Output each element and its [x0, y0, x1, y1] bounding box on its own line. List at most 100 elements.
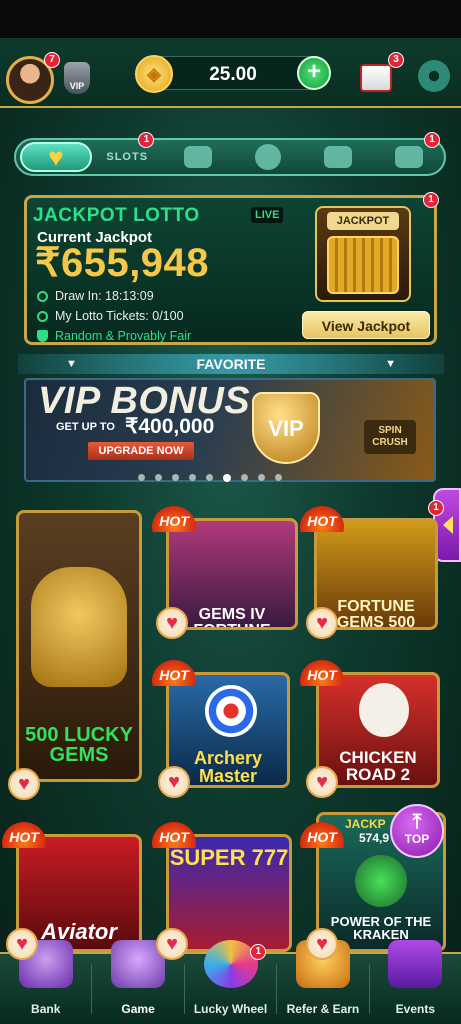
favorite-heart-button[interactable]: ♥ — [306, 766, 338, 798]
settings-gear-icon[interactable] — [418, 60, 450, 92]
favorite-heart-button[interactable]: ♥ — [8, 768, 40, 800]
pagination-dot[interactable] — [275, 474, 282, 481]
side-tab-badge: 1 — [428, 500, 444, 516]
heart-icon: ♥ — [48, 142, 64, 172]
nav-bank[interactable]: Bank — [0, 940, 91, 1024]
kraken-jackpot-value: 574,9 — [359, 831, 390, 845]
pagination-dot[interactable] — [189, 474, 196, 481]
nav-events[interactable]: Events — [370, 940, 461, 1024]
gift-icon — [388, 940, 443, 988]
mail-icon[interactable] — [360, 64, 392, 92]
favorite-section-header[interactable]: ▼ FAVORITE ▼ — [18, 354, 444, 374]
nav-lucky-wheel[interactable]: 1 Lucky Wheel — [185, 940, 276, 1024]
jackpot-title: JACKPOT LOTTO — [33, 205, 200, 226]
nav-label: Lucky Wheel — [193, 1002, 268, 1016]
jackpot-lotto-card[interactable]: JACKPOT LOTTO LIVE Current Jackpot ₹655,… — [24, 192, 439, 345]
jackpot-machine-image: JACKPOT — [315, 206, 411, 302]
rocket-icon — [183, 146, 212, 168]
tab-favorite[interactable]: ♥ — [20, 142, 92, 172]
upgrade-now-button[interactable]: UPGRADE NOW — [88, 442, 194, 460]
slots-label: SLOTS — [106, 151, 149, 163]
game-title: GEMS IV FORTUNE — [193, 606, 270, 628]
game-tile-500-lucky-gems[interactable]: 500 LUCKY GEMS — [16, 510, 142, 782]
tab-slots[interactable]: SLOTS 1 — [92, 132, 162, 174]
favorite-heart-button[interactable]: ♥ — [306, 928, 338, 960]
spin-crush-logo: SPIN CRUSH — [364, 420, 416, 454]
shark-icon — [394, 146, 423, 168]
avatar-badge: 7 — [44, 52, 60, 68]
kraken-jackpot-label: JACKP — [345, 817, 386, 831]
nav-label: Events — [395, 1002, 435, 1016]
lucky-wheel-badge: 1 — [250, 944, 267, 960]
jackpot-amount: ₹655,948 — [35, 241, 210, 285]
vip-shield-icon: VIP — [252, 392, 320, 464]
tab-roulette[interactable] — [233, 140, 303, 174]
game-title: POWER OF THE KRAKEN — [330, 914, 432, 942]
scroll-to-top-button[interactable]: ⤒ TOP — [390, 804, 444, 858]
game-tile-chicken-road-2[interactable]: CHICKEN ROAD 2 — [316, 672, 440, 788]
wheel-icon — [203, 940, 258, 988]
pagination-dot[interactable] — [223, 474, 231, 482]
balance-display: ◈ 25.00 + — [135, 55, 331, 93]
favorite-heart-button[interactable]: ♥ — [306, 607, 338, 639]
add-funds-button[interactable]: + — [297, 56, 331, 90]
favorite-heart-button[interactable]: ♥ — [156, 607, 188, 639]
banner-amount: ₹400,000 — [125, 415, 215, 438]
arrow-up-icon: ⤒ — [412, 811, 422, 833]
chicken-art — [359, 683, 409, 737]
favorite-heart-button[interactable]: ♥ — [158, 766, 190, 798]
bottom-navigation: Bank Game 1 Lucky Wheel Refer & Earn Eve… — [0, 940, 461, 1024]
tab-rocket[interactable] — [162, 140, 232, 174]
fair-text: Random & Provably Fair — [55, 329, 192, 343]
jackpot-machine-label: JACKPOT — [327, 212, 399, 230]
nav-label: Refer & Earn — [286, 1002, 360, 1016]
pagination-dot[interactable] — [172, 474, 179, 481]
target-icon — [205, 685, 257, 737]
pagination-dot[interactable] — [138, 474, 145, 481]
hot-badge: HOT — [300, 506, 344, 532]
tickets-text: My Lotto Tickets: 0/100 — [55, 309, 184, 323]
hot-badge: HOT — [2, 822, 46, 848]
nav-game[interactable]: Game — [92, 940, 183, 1024]
nav-refer-earn[interactable]: Refer & Earn — [277, 940, 368, 1024]
hot-badge: HOT — [152, 660, 196, 686]
ticket-icon — [37, 310, 48, 322]
hot-badge: HOT — [300, 822, 344, 848]
game-tile-gems-iv-fortune[interactable]: GEMS IV FORTUNE — [166, 518, 298, 630]
jackpot-badge: 1 — [423, 192, 439, 208]
top-header: 7 VIP ◈ 25.00 + 3 — [0, 38, 461, 108]
pagination-dot[interactable] — [155, 474, 162, 481]
fair-row: Random & Provably Fair — [37, 329, 191, 343]
hot-badge: HOT — [152, 822, 196, 848]
vip-icon[interactable]: VIP — [64, 62, 90, 94]
mail-badge: 3 — [388, 52, 404, 68]
game-title: SUPER 777 — [169, 845, 289, 870]
draw-in-text: Draw In: 18:13:09 — [55, 289, 154, 303]
draw-in-row: Draw In: 18:13:09 — [37, 289, 154, 303]
chevron-down-icon: ▼ — [66, 358, 77, 370]
pagination-dot[interactable] — [206, 474, 213, 481]
game-title: 500 LUCKY GEMS — [25, 724, 133, 766]
pagination-dot[interactable] — [241, 474, 248, 481]
clock-icon — [37, 290, 48, 302]
vip-bonus-banner[interactable]: VIP BONUS GET UP TO ₹400,000 UPGRADE NOW… — [24, 378, 436, 482]
hot-badge: HOT — [152, 506, 196, 532]
banner-get-up-to: GET UP TO — [56, 421, 115, 433]
golden-mask-art — [31, 567, 127, 687]
pagination-dot[interactable] — [258, 474, 265, 481]
tickets-row: My Lotto Tickets: 0/100 — [37, 309, 184, 323]
kraken-face-art — [355, 855, 407, 907]
slots-badge: 1 — [138, 132, 155, 148]
favorite-heart-button[interactable]: ♥ — [156, 928, 188, 960]
hot-badge: HOT — [300, 660, 344, 686]
view-jackpot-button[interactable]: View Jackpot — [302, 311, 430, 339]
tab-fishing[interactable]: 1 — [374, 132, 444, 174]
category-tabs: ♥ SLOTS 1 1 — [14, 132, 446, 176]
jackpot-machine-reels — [327, 236, 399, 294]
live-indicator: LIVE — [251, 207, 284, 223]
cards-icon — [324, 146, 353, 168]
favorite-heart-button[interactable]: ♥ — [6, 928, 38, 960]
nav-label: Bank — [31, 1002, 61, 1016]
shield-icon — [37, 330, 48, 342]
tab-cards[interactable] — [303, 140, 373, 174]
